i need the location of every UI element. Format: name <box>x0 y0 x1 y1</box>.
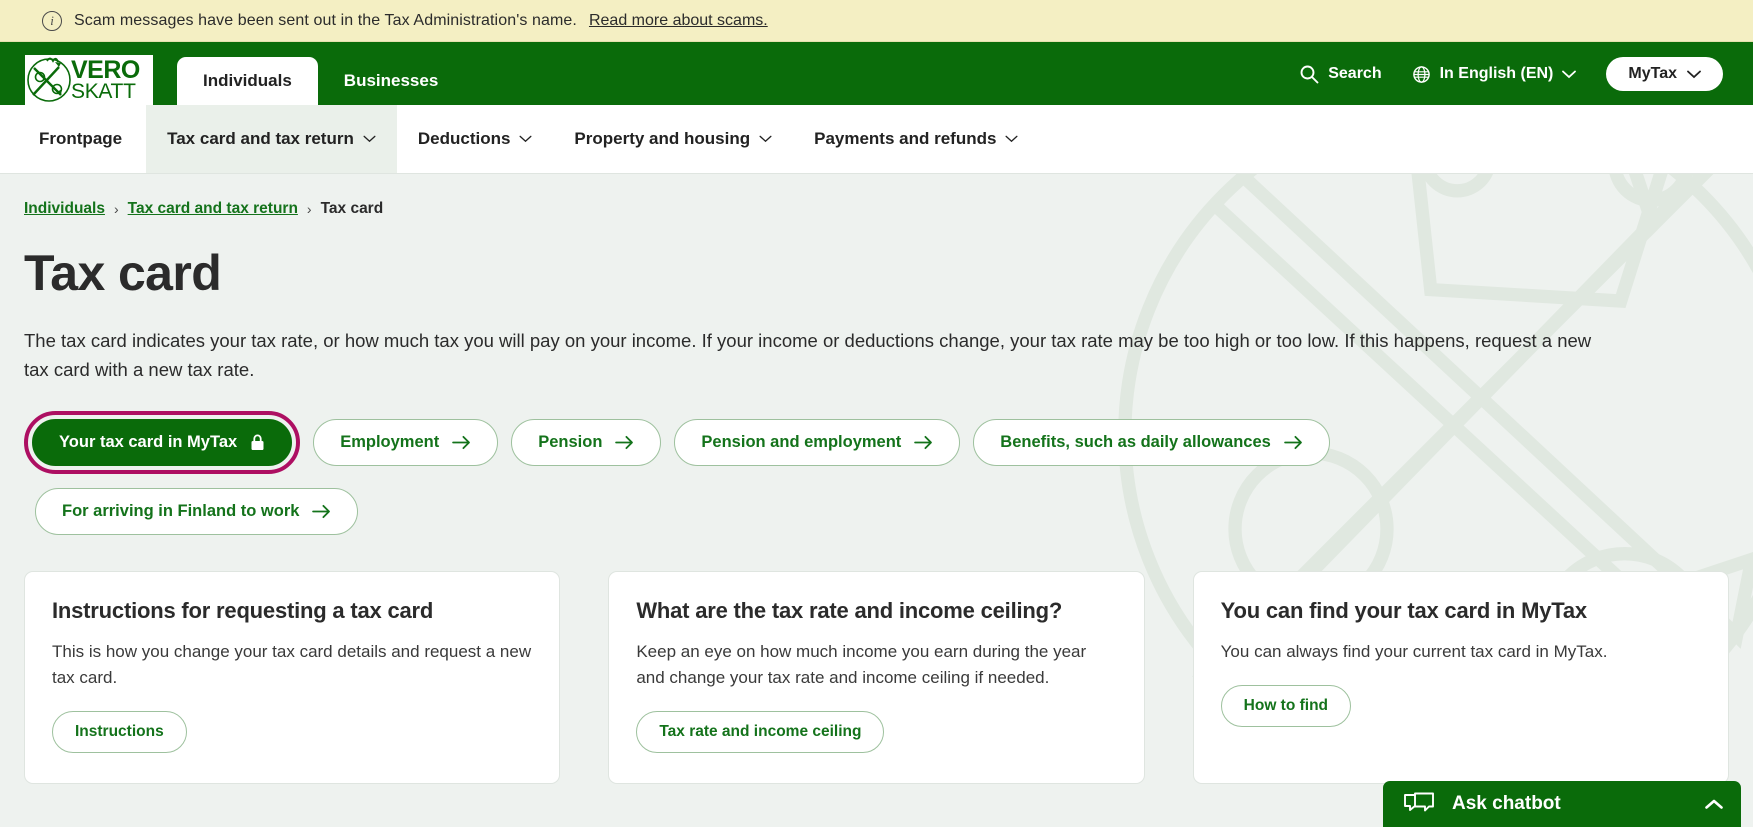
audience-tabs: Individuals Businesses <box>177 42 464 105</box>
mytax-label: MyTax <box>1628 65 1677 82</box>
nav-item-deductions[interactable]: Deductions <box>397 105 554 173</box>
chevron-down-icon <box>363 135 376 143</box>
how-to-find-button[interactable]: How to find <box>1220 685 1352 728</box>
breadcrumb-separator: › <box>113 201 119 217</box>
site-header: VERO SKATT Individuals Businesses Search… <box>0 42 1753 105</box>
arrow-right-icon <box>1284 436 1302 450</box>
chevron-up-icon[interactable] <box>1705 799 1723 810</box>
card-text: Keep an eye on how much income you earn … <box>636 642 1087 688</box>
logo-text-vero: VERO <box>71 55 140 84</box>
nav-item-label: Payments and refunds <box>814 129 997 148</box>
focus-ring: Your tax card in MyTax <box>24 411 301 475</box>
pill-label: Pension and employment <box>701 433 902 452</box>
nav-item-tax-card-and-tax-return[interactable]: Tax card and tax return <box>146 105 397 173</box>
instructions-button[interactable]: Instructions <box>52 711 187 753</box>
card-you-can-find-your-tax-card-in-mytax: You can find your tax card in MyTax You … <box>1192 571 1729 784</box>
search-button[interactable]: Search <box>1299 64 1382 84</box>
vero-emblem-icon <box>27 57 71 102</box>
logo-text-skatt: SKATT <box>71 79 136 103</box>
pill-label: Employment <box>340 433 440 452</box>
tab-businesses-label: Businesses <box>343 71 439 90</box>
alert-message: Scam messages have been sent out in the … <box>74 11 577 29</box>
pill-label: Your tax card in MyTax <box>59 433 238 452</box>
page-content: Individuals › Tax card and tax return › … <box>0 174 1753 827</box>
search-label: Search <box>1328 65 1382 82</box>
quick-link-pill-row-1: Your tax card in MyTax Employment Pensio… <box>24 411 1729 475</box>
chevron-down-icon <box>519 135 532 143</box>
arrow-right-icon <box>452 436 471 450</box>
pill-label: Pension <box>538 433 603 452</box>
chatbot-label: Ask chatbot <box>1452 793 1561 814</box>
breadcrumb-item-individuals[interactable]: Individuals <box>24 200 105 218</box>
page-title: Tax card <box>24 245 222 301</box>
mytax-button[interactable]: MyTax <box>1606 57 1723 91</box>
nav-item-label: Property and housing <box>574 129 751 148</box>
breadcrumb-item-tax-card-and-tax-return[interactable]: Tax card and tax return <box>128 200 298 218</box>
breadcrumb-separator: › <box>306 201 312 217</box>
tax-rate-and-income-ceiling-button[interactable]: Tax rate and income ceiling <box>636 711 885 753</box>
card-text: You can always find your current tax car… <box>1220 642 1608 662</box>
tab-individuals-label: Individuals <box>203 71 292 90</box>
card-title: What are the tax rate and income ceiling… <box>636 598 1063 624</box>
nav-item-payments-and-refunds[interactable]: Payments and refunds <box>793 105 1039 173</box>
breadcrumb-item-tax-card: Tax card <box>320 200 384 217</box>
nav-item-frontpage[interactable]: Frontpage <box>0 105 146 173</box>
chat-bubbles-icon <box>1404 792 1434 812</box>
header-utilities: Search In English (EN) MyTax <box>1299 57 1753 105</box>
nav-item-label: Deductions <box>417 129 511 148</box>
pension-and-employment-button[interactable]: Pension and employment <box>674 419 961 467</box>
arrow-right-icon <box>914 436 933 450</box>
search-icon <box>1300 65 1319 84</box>
chevron-down-icon <box>1562 70 1577 78</box>
globe-icon <box>1412 65 1430 83</box>
nav-item-property-and-housing[interactable]: Property and housing <box>553 105 793 173</box>
scam-alert-banner: i Scam messages have been sent out in th… <box>0 0 1753 42</box>
card-text: This is how you change your tax card det… <box>52 642 532 688</box>
card-title: Instructions for requesting a tax card <box>52 598 434 624</box>
pill-label: For arriving in Finland to work <box>62 502 300 521</box>
card-title: You can find your tax card in MyTax <box>1220 598 1587 624</box>
card-instructions-for-requesting-a-tax-card: Instructions for requesting a tax card T… <box>24 571 561 784</box>
chevron-down-icon <box>1005 135 1018 143</box>
ask-chatbot-widget[interactable]: Ask chatbot <box>1383 781 1741 827</box>
info-icon: i <box>42 10 62 31</box>
quick-link-pill-row-2: For arriving in Finland to work <box>24 488 1729 536</box>
language-label: In English (EN) <box>1439 65 1554 82</box>
tab-businesses[interactable]: Businesses <box>318 57 465 105</box>
vero-skatt-logo[interactable]: VERO SKATT <box>25 55 153 105</box>
page-intro-text: The tax card indicates your tax rate, or… <box>24 330 1592 380</box>
your-tax-card-in-mytax-button[interactable]: Your tax card in MyTax <box>32 419 293 467</box>
card-what-are-the-tax-rate-and-income-ceiling: What are the tax rate and income ceiling… <box>608 571 1145 784</box>
arrow-right-icon <box>615 436 634 450</box>
language-selector[interactable]: In English (EN) <box>1412 65 1577 84</box>
chevron-down-icon <box>759 135 772 143</box>
chevron-down-icon <box>1687 70 1701 78</box>
nav-item-label: Tax card and tax return <box>167 129 354 148</box>
main-navigation: Frontpage Tax card and tax return Deduct… <box>0 105 1753 174</box>
for-arriving-in-finland-to-work-button[interactable]: For arriving in Finland to work <box>35 488 359 536</box>
pill-label: Benefits, such as daily allowances <box>1000 433 1271 452</box>
nav-item-label: Frontpage <box>39 129 123 148</box>
arrow-right-icon <box>312 505 331 519</box>
info-card-grid: Instructions for requesting a tax card T… <box>24 571 1729 784</box>
tab-individuals[interactable]: Individuals <box>177 57 318 105</box>
employment-button[interactable]: Employment <box>313 419 499 467</box>
pension-button[interactable]: Pension <box>511 419 662 467</box>
read-more-about-scams-link[interactable]: Read more about scams. <box>589 12 768 30</box>
lock-icon <box>251 434 264 451</box>
breadcrumb: Individuals › Tax card and tax return › … <box>24 200 1729 218</box>
benefits-such-as-daily-allowances-button[interactable]: Benefits, such as daily allowances <box>973 419 1330 467</box>
